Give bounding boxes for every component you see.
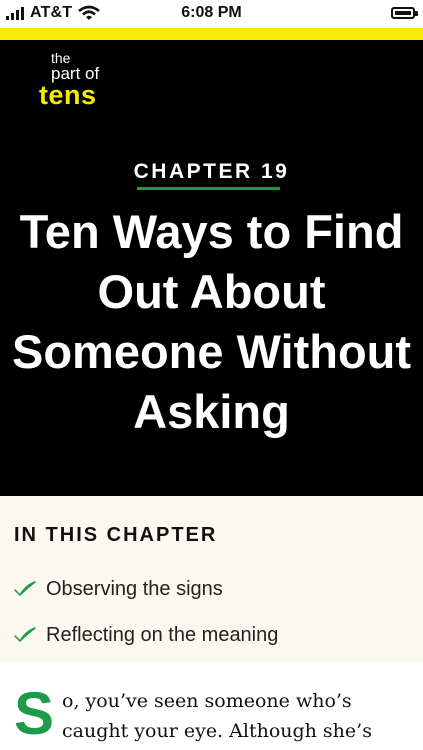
check-icon	[14, 627, 36, 642]
chapter-hero: the part of tens CHAPTER 19 Ten Ways to …	[0, 40, 423, 496]
brand-stripe	[0, 28, 423, 40]
drop-cap: S	[14, 680, 55, 747]
status-bar: AT&T 6:08 PM	[0, 0, 423, 28]
in-this-chapter-box: IN THIS CHAPTER Observing the signs Refl…	[0, 496, 423, 662]
body-paragraph: S o, you’ve seen someone who’s caught yo…	[14, 680, 409, 747]
part-of-tens-logo: the part of tens	[39, 50, 119, 110]
list-item: Observing the signs	[14, 566, 278, 612]
list-item: Reflecting on the meaning	[14, 612, 278, 658]
battery-icon	[391, 7, 418, 19]
chapter-number: CHAPTER 19	[133, 160, 290, 183]
list-item-label: Observing the signs	[46, 577, 223, 600]
body-text: o, you’ve seen someone who’s caught your…	[62, 690, 372, 742]
chapter-underline	[137, 187, 280, 190]
logo-text-tens: tens	[39, 80, 97, 110]
in-this-chapter-heading: IN THIS CHAPTER	[14, 524, 218, 546]
chapter-topics-list: Observing the signs Reflecting on the me…	[14, 566, 278, 658]
chapter-title: Ten Ways to Find Out About Someone Witho…	[11, 205, 412, 438]
status-time: 6:08 PM	[181, 4, 242, 21]
check-icon	[14, 581, 36, 596]
list-item-label: Reflecting on the meaning	[46, 623, 279, 646]
